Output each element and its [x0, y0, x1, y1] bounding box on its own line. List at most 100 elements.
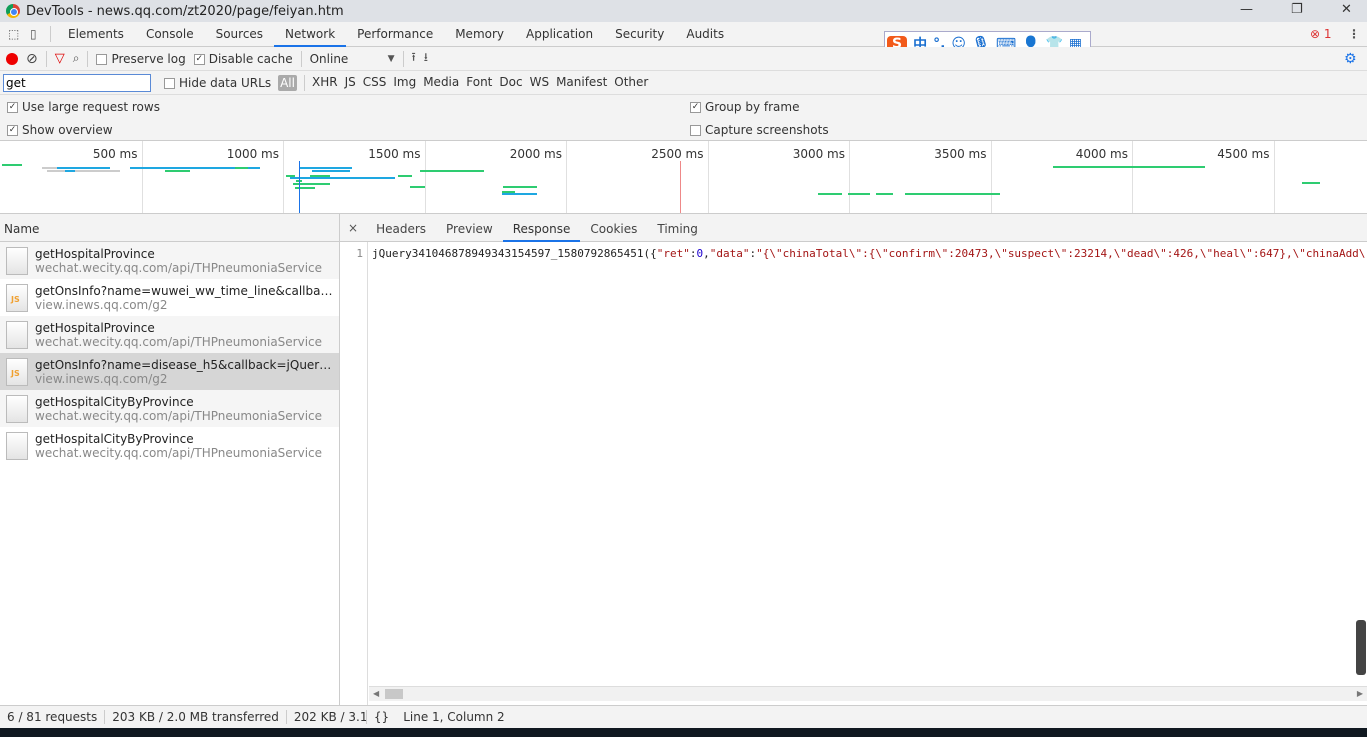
grid-line: [1132, 141, 1133, 213]
preserve-log-checkbox[interactable]: Preserve log: [96, 52, 186, 66]
request-row[interactable]: getHospitalProvince wechat.wecity.qq.com/…: [0, 242, 339, 279]
timing-marker: [680, 161, 681, 213]
capture-screenshots-checkbox[interactable]: Capture screenshots: [690, 123, 829, 137]
scroll-right-icon[interactable]: ▶: [1357, 689, 1363, 698]
grid-line: [1273, 141, 1275, 213]
divider: [45, 50, 47, 67]
export-har-icon[interactable]: ⭳: [424, 48, 428, 69]
search-icon[interactable]: ⌕: [73, 51, 80, 66]
large-rows-checkbox[interactable]: ✓ Use large request rows: [7, 100, 160, 114]
group-by-frame-checkbox[interactable]: ✓ Group by frame: [690, 100, 799, 114]
response-key: "ret": [656, 247, 690, 260]
filter-type-font[interactable]: Font: [466, 75, 492, 91]
divider: [50, 26, 51, 42]
request-bar: [1302, 182, 1320, 184]
detail-tab-preview[interactable]: Preview: [436, 214, 503, 242]
scrollbar-thumb[interactable]: [385, 689, 403, 699]
request-row[interactable]: getOnsInfo?name=disease_h5&callback=jQue…: [0, 353, 339, 390]
request-bar: [848, 193, 870, 195]
filter-input[interactable]: [3, 73, 151, 92]
status-bar: 6 / 81 requests 203 KB / 2.0 MB transfer…: [0, 705, 1367, 728]
filter-type-manifest[interactable]: Manifest: [556, 75, 607, 91]
network-overview[interactable]: 500 ms 1000 ms 1500 ms 2000 ms 2500 ms 3000 m…: [0, 141, 1367, 214]
devtools-tabs: ⬚ ▯ Elements Console Sources Network Perform…: [0, 22, 1367, 47]
request-bar: [410, 186, 425, 188]
time-tick-label: 3000 ms: [792, 147, 845, 161]
filter-type-xhr[interactable]: XHR: [312, 75, 338, 91]
request-bar: [905, 193, 1000, 195]
settings-gear-icon[interactable]: ⚙: [1344, 51, 1357, 67]
detail-tab-timing[interactable]: Timing: [647, 214, 708, 242]
filter-bar: Hide data URLs All XHR JS CSS Img Media Font Do…: [0, 71, 1367, 95]
error-icon[interactable]: ⊗ 1: [1310, 27, 1332, 41]
throttle-select[interactable]: Online: [310, 52, 380, 66]
filter-type-img[interactable]: Img: [393, 75, 416, 91]
close-detail-button[interactable]: ×: [340, 221, 366, 235]
tab-security[interactable]: Security: [604, 22, 675, 47]
divider: [303, 74, 305, 91]
response-body[interactable]: jQuery341046878949343154597_158079286545…: [372, 247, 1367, 260]
close-window-button[interactable]: ✕: [1341, 2, 1352, 17]
request-bar: [165, 170, 190, 172]
inspect-element-icon[interactable]: ⬚: [8, 27, 22, 41]
device-toggle-icon[interactable]: ▯: [30, 27, 44, 41]
tab-application[interactable]: Application: [515, 22, 604, 47]
detail-tab-cookies[interactable]: Cookies: [580, 214, 647, 242]
name-column-header[interactable]: Name: [0, 214, 340, 242]
request-url: view.inews.qq.com/g2: [35, 371, 168, 386]
document-file-icon: [6, 394, 28, 423]
grid-line: [141, 141, 143, 213]
chrome-logo-icon: [6, 4, 20, 18]
request-url: wechat.wecity.qq.com/api/THPneumoniaServ…: [35, 334, 323, 349]
import-har-icon[interactable]: ⭱: [412, 48, 416, 69]
disable-cache-checkbox[interactable]: ✓ Disable cache: [193, 52, 293, 66]
request-row[interactable]: getHospitalProvince wechat.wecity.qq.com/…: [0, 316, 339, 353]
request-bar: [65, 170, 75, 172]
hide-data-urls-checkbox[interactable]: Hide data URLs: [164, 76, 271, 90]
minimize-button[interactable]: —: [1240, 2, 1253, 17]
request-name: getHospitalCityByProvince: [35, 394, 194, 409]
request-row[interactable]: getHospitalCityByProvince wechat.wecity.q…: [0, 427, 339, 464]
clear-icon[interactable]: ⊘: [26, 51, 38, 67]
detail-tab-response[interactable]: Response: [502, 214, 581, 242]
request-name: getHospitalProvince: [35, 320, 155, 335]
show-overview-checkbox[interactable]: ✓ Show overview: [7, 123, 113, 137]
request-bar: [310, 175, 330, 177]
tab-audits[interactable]: Audits: [675, 22, 735, 47]
window-title: DevTools - news.qq.com/zt2020/page/feiya…: [26, 3, 344, 19]
request-bar: [1053, 166, 1205, 168]
filter-type-doc[interactable]: Doc: [499, 75, 522, 91]
divider: [300, 50, 302, 67]
tab-sources[interactable]: Sources: [205, 22, 274, 47]
vertical-scrollbar[interactable]: [1356, 620, 1366, 675]
tab-elements[interactable]: Elements: [57, 22, 135, 47]
request-count: 6 / 81 requests: [0, 710, 106, 724]
tab-console[interactable]: Console: [135, 22, 205, 47]
resource-size: 202 KB / 3.1 M: [287, 710, 367, 724]
request-url: view.inews.qq.com/g2: [35, 297, 168, 312]
tab-network[interactable]: Network: [274, 22, 347, 47]
chevron-down-icon[interactable]: ▼: [388, 54, 395, 64]
restore-button[interactable]: ❐: [1291, 2, 1303, 17]
cursor-position: Line 1, Column 2: [403, 710, 505, 724]
filter-type-all[interactable]: All: [278, 74, 297, 91]
tab-performance[interactable]: Performance: [346, 22, 444, 47]
request-row[interactable]: getHospitalCityByProvince wechat.wecity.q…: [0, 390, 339, 427]
timing-marker: [299, 161, 300, 213]
record-button[interactable]: [6, 52, 18, 65]
tab-memory[interactable]: Memory: [444, 22, 515, 47]
taskbar: [0, 728, 1367, 737]
pretty-print-button[interactable]: {}: [367, 710, 396, 724]
error-count: 1: [1323, 27, 1332, 41]
filter-type-css[interactable]: CSS: [363, 75, 387, 91]
horizontal-scrollbar[interactable]: ◀ ▶: [369, 686, 1367, 701]
more-menu-icon[interactable]: ⋮: [1348, 27, 1360, 41]
detail-tab-headers[interactable]: Headers: [366, 214, 436, 242]
filter-type-js[interactable]: JS: [345, 75, 356, 91]
filter-icon[interactable]: ▽: [55, 51, 65, 66]
filter-type-media[interactable]: Media: [423, 75, 459, 91]
filter-type-ws[interactable]: WS: [530, 75, 549, 91]
filter-type-other[interactable]: Other: [614, 75, 648, 91]
scroll-left-icon[interactable]: ◀: [373, 689, 379, 698]
request-row[interactable]: getOnsInfo?name=wuwei_ww_time_line&callb…: [0, 279, 339, 316]
